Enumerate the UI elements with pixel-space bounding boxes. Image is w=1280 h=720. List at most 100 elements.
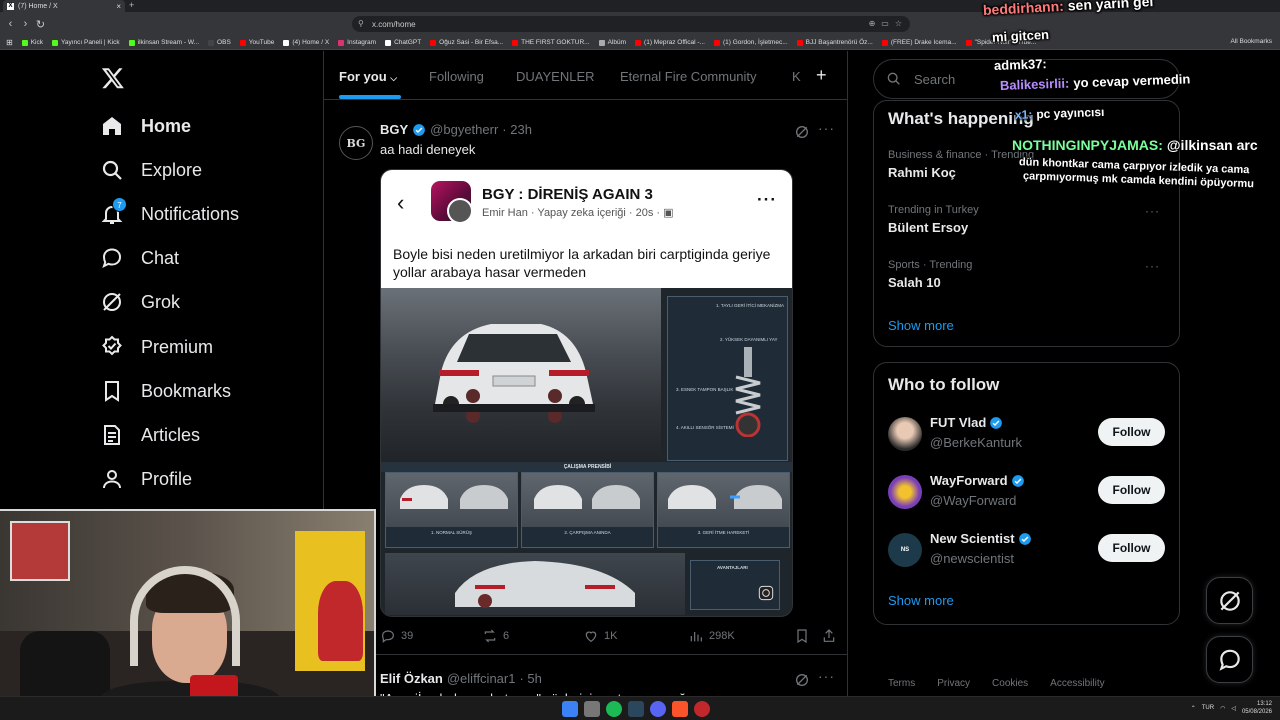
brave-icon[interactable] [672,701,688,717]
footer-terms-link[interactable]: Terms [888,678,915,689]
messages-fab-button[interactable] [1206,636,1253,683]
footer-cookies-link[interactable]: Cookies [992,678,1028,689]
author-handle[interactable]: @eliffcinar1 [447,671,516,686]
nav-item-chat[interactable]: Chat [100,243,179,273]
share-button[interactable] [821,628,837,644]
more-icon[interactable]: ··· [818,120,835,136]
bookmark-item[interactable]: (FREE) Drake Icema... [881,39,957,46]
bookmark-item[interactable]: Yayıncı Paneli | Kick [51,39,120,46]
back-icon[interactable]: ‹ [3,18,18,30]
nav-item-articles[interactable]: Articles [100,420,200,450]
bookmark-item[interactable]: YouTube [239,39,274,46]
nav-item-premium[interactable]: Premium [100,332,213,362]
embedded-avatar-small [447,198,473,224]
apps-icon[interactable]: ⊞ [6,38,13,47]
x-logo-icon[interactable] [100,66,126,90]
bookmark-item[interactable]: (1) Mepraz Offical -... [635,39,705,46]
steam-icon[interactable] [628,701,644,717]
follow-suggestion[interactable]: NS New Scientist @newscientist Follow [888,531,1168,571]
all-bookmarks-button[interactable]: All Bookmarks [1230,38,1272,45]
new-tab-button[interactable]: + [129,0,134,10]
cast-icon[interactable]: ▭ [881,19,889,28]
author-name[interactable]: Elif Özkan [380,671,443,686]
post-time[interactable]: · 5h [519,671,541,686]
avatar[interactable]: NS [888,533,922,567]
nav-item-home[interactable]: Home [100,111,191,141]
discord-icon[interactable] [650,701,666,717]
tab-close-icon[interactable]: × [116,2,121,11]
bookmark-item[interactable]: ilkinsan Stream - W... [128,39,199,46]
bookmark-item[interactable]: Kick [21,39,43,46]
bookmark-item[interactable]: Albüm [598,39,626,46]
grok-icon[interactable] [794,672,810,688]
file-explorer-icon[interactable] [584,701,600,717]
bookmark-item[interactable]: ChatGPT [385,39,421,46]
tab-eternal-fire[interactable]: Eternal Fire Community [620,69,757,84]
browser-tab-active[interactable]: X (7) Home / X × [3,0,125,12]
trend-item[interactable]: Sports · Trending Salah 10 ··· [888,259,1168,290]
follow-button[interactable]: Follow [1098,534,1165,562]
volume-icon[interactable]: ◁ [1231,705,1236,712]
bookmark-item[interactable]: (4) Home / X [283,39,329,46]
avatar[interactable] [888,417,922,451]
post-header: BGY @bgyetherr · 23h [380,122,532,137]
footer-privacy-link[interactable]: Privacy [937,678,970,689]
avatar[interactable] [888,475,922,509]
tab-following[interactable]: Following [429,69,484,84]
more-icon[interactable]: ··· [1145,259,1160,273]
tray-chevron-icon[interactable]: ⌃ [1191,705,1196,712]
nav-item-profile[interactable]: Profile [100,464,192,494]
spotify-icon[interactable] [606,701,622,717]
x-favicon-icon: X [7,2,14,10]
follow-button[interactable]: Follow [1098,476,1165,504]
follow-button[interactable]: Follow [1098,418,1165,446]
trend-item[interactable]: Trending in Turkey Bülent Ersoy ··· [888,204,1168,235]
nav-item-notifications[interactable]: 7 Notifications [100,197,239,229]
author-handle[interactable]: @bgyetherr [430,122,498,137]
zoom-icon[interactable]: ⊕ [869,19,876,28]
bookmark-item[interactable]: Instagram [338,39,376,46]
post-time[interactable]: · 23h [502,122,532,137]
more-icon[interactable]: ··· [818,668,835,684]
bookmark-item[interactable]: Oğuz Sasi - Bir Efsa... [430,39,503,46]
step-normal: 1. NORMAL SÜRÜŞ [385,472,518,548]
reply-button[interactable]: 39 [380,628,413,644]
bookmark-item[interactable]: THE FIRST GOKTUR... [512,39,590,46]
add-tab-icon[interactable]: + [816,65,827,86]
nav-item-explore[interactable]: Explore [100,155,202,185]
show-more-link[interactable]: Show more [888,318,954,333]
bookmark-item[interactable]: (1) Gordon, İşletmec... [713,39,788,46]
bookmark-button[interactable] [794,628,810,644]
follow-suggestion[interactable]: WayForward @WayForward Follow [888,473,1168,513]
footer-accessibility-link[interactable]: Accessibility [1050,678,1104,689]
views-button[interactable]: 298K [688,628,735,644]
grok-fab-button[interactable] [1206,577,1253,624]
post-media-image[interactable]: ‹ BGY : DİRENİŞ AGAIN 3 Emir Han · Yapay… [380,169,793,617]
clock[interactable]: 13:12 05/08/2026 [1242,700,1272,716]
avatar[interactable]: BG [339,126,373,160]
like-button[interactable]: 1K [583,628,617,644]
address-bar[interactable]: ⚲ x.com/home ⊕ ▭ ☆ [352,16,910,32]
bookmark-item[interactable]: BJJ Başantrenörü Öz... [796,39,873,46]
grok-icon[interactable] [794,124,810,140]
nav-item-bookmarks[interactable]: Bookmarks [100,376,231,406]
tab-more[interactable]: K [792,69,801,84]
tab-duayenler[interactable]: DUAYENLER [516,69,595,84]
nav-item-grok[interactable]: Grok [100,287,180,317]
windows-start-icon[interactable] [562,701,578,717]
author-name[interactable]: BGY [380,122,408,137]
forward-icon[interactable]: › [18,18,33,30]
wifi-icon[interactable]: ◠ [1220,705,1225,712]
site-info-icon[interactable]: ⚲ [358,19,364,28]
repost-button[interactable]: 6 [482,628,509,644]
app-icon[interactable] [694,701,710,717]
star-icon[interactable]: ☆ [895,19,902,28]
tab-for-you[interactable]: For you ⌵ [339,69,397,84]
more-icon[interactable]: ··· [1145,204,1160,218]
language-indicator[interactable]: TUR [1202,705,1214,711]
chat-icon [100,246,124,270]
follow-suggestion[interactable]: FUT Vlad @BerkeKanturk Follow [888,415,1168,455]
bookmark-item[interactable]: OBS [208,39,231,46]
reload-icon[interactable]: ↻ [33,18,48,31]
show-more-link[interactable]: Show more [888,593,954,608]
